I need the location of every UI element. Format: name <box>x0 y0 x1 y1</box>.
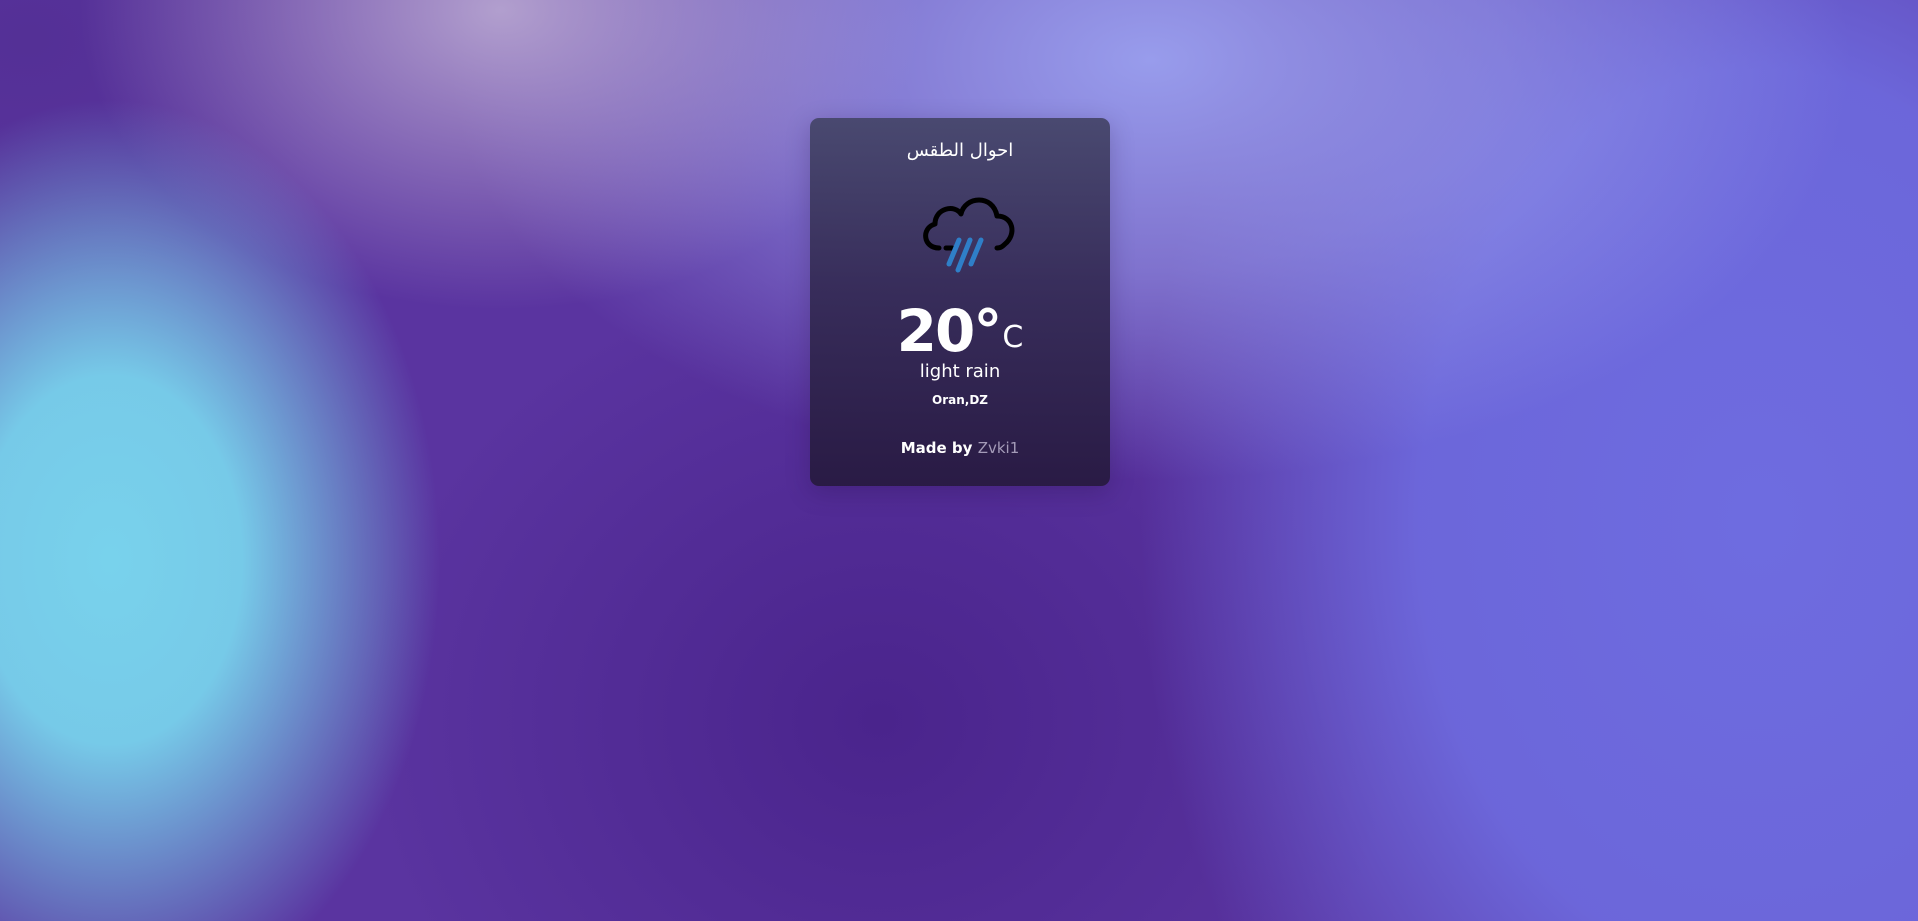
temperature-display: 20° C <box>810 294 1110 364</box>
cloud-rain-icon <box>909 178 1021 290</box>
card-title: احوال الطقس <box>906 140 1014 161</box>
weather-description: light rain <box>919 361 1001 382</box>
credit-prefix: Made by <box>900 439 973 457</box>
location-label: Oran,DZ <box>932 393 988 407</box>
weather-card: احوال الطقس 20° C light rain Oran,DZ Mad… <box>810 118 1110 486</box>
credit-line: Made by Zvki1 <box>810 438 1110 458</box>
credit-author-link[interactable]: Zvki1 <box>978 439 1020 457</box>
temperature-unit: C <box>1002 320 1024 355</box>
temperature-value: 20° <box>896 297 1003 365</box>
